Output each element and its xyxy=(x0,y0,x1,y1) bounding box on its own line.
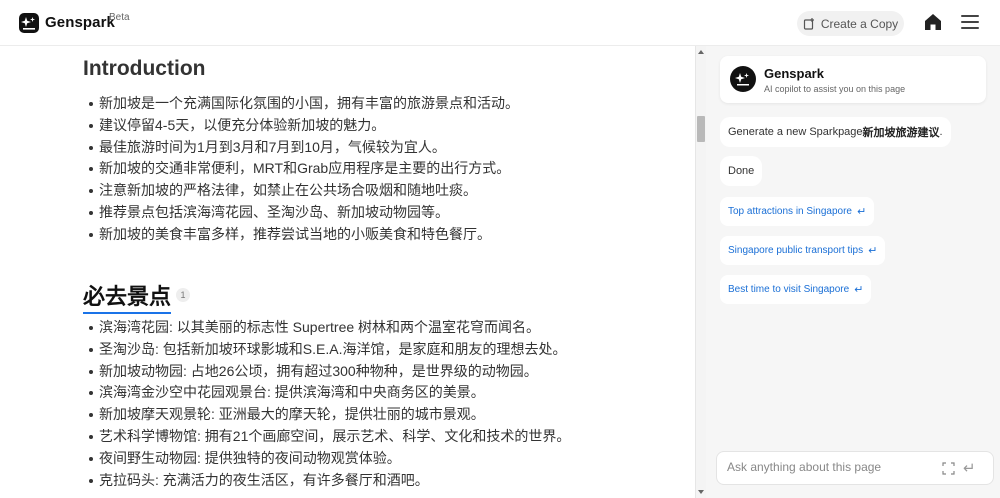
enter-return-icon: ↵ xyxy=(856,206,867,218)
suggestion-transport-tips[interactable]: Singapore public transport tips ↵ xyxy=(720,236,886,265)
scroll-down-arrow-icon[interactable] xyxy=(698,490,704,494)
list-item: 推荐景点包括滨海湾花园、圣淘沙岛、新加坡动物园等。 xyxy=(89,202,519,224)
list-item: 新加坡的交通非常便利，MRT和Grab应用程序是主要的出行方式。 xyxy=(89,158,519,180)
expand-icon[interactable] xyxy=(942,462,955,475)
create-copy-button[interactable]: Create a Copy xyxy=(797,11,904,36)
list-item: 滨海湾花园: 以其美丽的标志性 Supertree 树林和两个温室花穹而闻名。 xyxy=(88,317,570,339)
intro-list: 新加坡是一个充满国际化氛围的小国，拥有丰富的旅游景点和活动。 建议停留4-5天，… xyxy=(89,93,519,246)
home-icon[interactable] xyxy=(923,12,943,32)
list-item: 注意新加坡的严格法律，如禁止在公共场合吸烟和随地吐痰。 xyxy=(89,180,519,202)
brand-name[interactable]: Genspark xyxy=(45,14,115,31)
list-item: 新加坡动物园: 占地26公顷，拥有超过300种物种，是世界级的动物园。 xyxy=(88,361,570,383)
list-item: 滨海湾金沙空中花园观景台: 提供滨海湾和中央商务区的美景。 xyxy=(88,382,570,404)
send-return-icon[interactable]: ↵ xyxy=(963,459,976,477)
list-item: 最佳旅游时间为1月到3月和7月到10月，气候较为宜人。 xyxy=(89,137,519,159)
ask-input[interactable] xyxy=(727,460,927,474)
create-copy-label: Create a Copy xyxy=(820,16,899,31)
copilot-name: Genspark xyxy=(764,66,824,81)
message-text: Generate a new Sparkpage xyxy=(728,126,863,138)
list-item: 克拉码头: 充满活力的夜生活区，有许多餐厅和酒吧。 xyxy=(88,470,570,492)
ask-box: ↵ xyxy=(716,451,994,485)
message-suffix: . xyxy=(939,126,943,138)
hamburger-menu-icon[interactable] xyxy=(961,15,979,31)
message-text: Done xyxy=(728,165,755,177)
list-item: 新加坡摩天观景轮: 亚洲最大的摩天轮，提供壮丽的城市景观。 xyxy=(88,404,570,426)
suggestion-top-attractions[interactable]: Top attractions in Singapore ↵ xyxy=(720,197,875,226)
copilot-header-card: Genspark AI copilot to assist you on thi… xyxy=(720,56,986,103)
document-area: Introduction 新加坡是一个充满国际化氛围的小国，拥有丰富的旅游景点和… xyxy=(0,46,695,498)
scroll-thumb[interactable] xyxy=(697,116,705,142)
enter-return-icon: ↵ xyxy=(868,245,878,257)
section-heading: 必去景点 xyxy=(83,279,172,314)
top-bar: Genspark Beta Create a Copy xyxy=(0,0,1000,46)
genspark-logo-icon[interactable] xyxy=(19,13,39,33)
sights-list: 滨海湾花园: 以其美丽的标志性 Supertree 树林和两个温室花穹而闻名。 … xyxy=(88,317,570,492)
suggestion-label: Best time to visit Singapore xyxy=(728,284,850,295)
list-item: 夜间野生动物园: 提供独特的夜间动物观赏体验。 xyxy=(88,448,570,470)
message-bold-text: 新加坡旅游建议 xyxy=(862,127,940,139)
copilot-panel: Genspark AI copilot to assist you on thi… xyxy=(706,46,1000,498)
chat-message: Generate a new Sparkpage 新加坡旅游建议. xyxy=(720,117,951,147)
chat-message-done: Done xyxy=(720,156,763,186)
beta-badge: Beta xyxy=(109,12,130,23)
copy-plus-icon xyxy=(803,18,814,30)
enter-return-icon: ↵ xyxy=(854,284,864,296)
list-item: 艺术科学博物馆: 拥有21个画廊空间，展示艺术、科学、文化和技术的世界。 xyxy=(88,426,570,448)
suggestion-label: Singapore public transport tips xyxy=(728,245,864,256)
list-item: 新加坡的美食丰富多样，推荐尝试当地的小贩美食和特色餐厅。 xyxy=(89,224,519,246)
citation-badge[interactable]: 1 xyxy=(176,288,190,302)
copilot-subtitle: AI copilot to assist you on this page xyxy=(764,84,906,94)
intro-heading: Introduction xyxy=(83,57,206,80)
copilot-avatar-icon xyxy=(730,66,756,92)
list-item: 新加坡是一个充满国际化氛围的小国，拥有丰富的旅游景点和活动。 xyxy=(89,93,519,115)
list-item: 建议停留4-5天，以便充分体验新加坡的魅力。 xyxy=(89,115,519,137)
suggestion-label: Top attractions in Singapore xyxy=(728,206,852,217)
list-item: 圣淘沙岛: 包括新加坡环球影城和S.E.A.海洋馆，是家庭和朋友的理想去处。 xyxy=(88,339,570,361)
scroll-up-arrow-icon[interactable] xyxy=(698,50,704,54)
suggestion-best-time[interactable]: Best time to visit Singapore ↵ xyxy=(720,275,872,304)
document-scrollbar[interactable] xyxy=(695,46,706,498)
